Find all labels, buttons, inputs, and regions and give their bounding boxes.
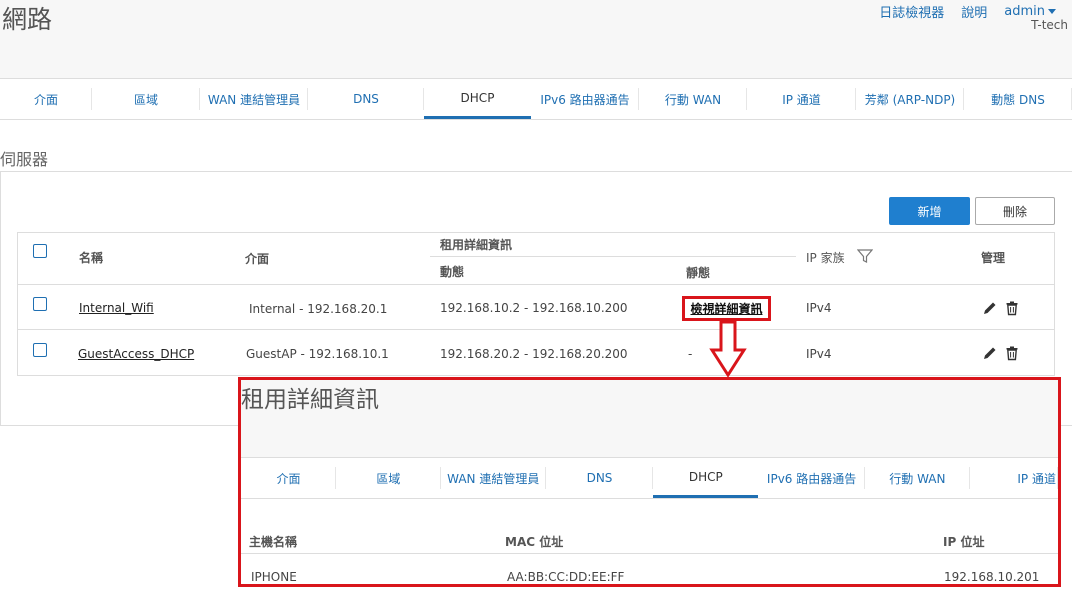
tab-dhcp[interactable]: DHCP (424, 79, 531, 119)
ip-family-cell: IPv4 (806, 301, 832, 315)
trash-icon[interactable] (1004, 345, 1020, 361)
delete-button[interactable]: 刪除 (975, 197, 1055, 225)
view-details-link[interactable]: 檢視詳細資訊 (682, 296, 771, 321)
column-header-mac: MAC 位址 (505, 535, 564, 549)
tab-interfaces[interactable]: 介面 (0, 79, 92, 119)
section-title: 伺服器 (0, 150, 49, 169)
column-header-static: 靜態 (686, 266, 711, 280)
company-name: T-tech (1031, 18, 1068, 32)
hostname-cell: IPHONE (251, 570, 297, 584)
tab-ip-tunnel[interactable]: IP 通道 (747, 79, 856, 119)
tab-neighbors[interactable]: 芳鄰 (ARP-NDP) (856, 79, 964, 119)
interface-cell: GuestAP - 192.168.10.1 (246, 347, 389, 361)
ip-family-label: IP 家族 (806, 251, 845, 265)
tab-ipv6-router-advertisement[interactable]: IPv6 路由器通告 (531, 79, 639, 119)
tab-ip-tunnel[interactable]: IP 通道 (970, 458, 1058, 498)
lease-details-header: 租用詳細資訊 (241, 380, 1058, 457)
tab-wan-link-manager[interactable]: WAN 連結管理員 (200, 79, 308, 119)
main-tabs: 介面 區域 WAN 連結管理員 DNS DHCP IPv6 路由器通告 行動 W… (0, 78, 1072, 120)
tab-interfaces[interactable]: 介面 (241, 458, 337, 498)
tab-ipv6-router-advertisement[interactable]: IPv6 路由器通告 (758, 458, 865, 498)
row-checkbox[interactable] (33, 297, 47, 311)
column-header-manage: 管理 (981, 251, 1006, 265)
interface-cell: Internal - 192.168.20.1 (249, 302, 388, 316)
ip-family-cell: IPv4 (806, 347, 832, 361)
edit-icon[interactable] (982, 345, 998, 361)
row-checkbox[interactable] (33, 343, 47, 357)
server-name-link[interactable]: GuestAccess_DHCP (78, 347, 194, 361)
lease-details-tabs: 介面 區域 WAN 連結管理員 DNS DHCP IPv6 路由器通告 行動 W… (241, 457, 1058, 499)
server-name-link[interactable]: Internal_Wifi (79, 301, 154, 315)
trash-icon[interactable] (1004, 300, 1020, 316)
tab-dns[interactable]: DNS (546, 458, 654, 498)
filter-icon[interactable] (857, 248, 873, 264)
tab-dhcp[interactable]: DHCP (653, 458, 759, 498)
row-divider (17, 329, 1055, 330)
lease-details-title: 租用詳細資訊 (241, 387, 379, 413)
lease-details-panel: 租用詳細資訊 介面 區域 WAN 連結管理員 DNS DHCP IPv6 路由器… (238, 377, 1061, 587)
dynamic-range-cell: 192.168.20.2 - 192.168.20.200 (440, 347, 628, 361)
ip-cell: 192.168.10.201 (944, 570, 1040, 584)
tab-wan-link-manager[interactable]: WAN 連結管理員 (441, 458, 546, 498)
column-header-dynamic: 動態 (440, 265, 465, 279)
tab-cellular-wan[interactable]: 行動 WAN (865, 458, 970, 498)
column-header-ip-family[interactable]: IP 家族 (806, 249, 845, 266)
add-button[interactable]: 新增 (889, 197, 970, 225)
row-divider (241, 553, 1058, 554)
static-cell: - (688, 347, 693, 361)
edit-icon[interactable] (982, 300, 998, 316)
page-header: 網路 日誌檢視器 說明 admin T-tech (0, 0, 1072, 78)
log-viewer-link[interactable]: 日誌檢視器 (879, 2, 944, 21)
select-all-checkbox[interactable] (33, 244, 47, 258)
header-divider (430, 256, 796, 257)
top-links: 日誌檢視器 說明 admin (879, 2, 1056, 21)
column-header-interface[interactable]: 介面 (245, 250, 269, 267)
chevron-down-icon (1048, 9, 1056, 14)
column-header-ip: IP 位址 (943, 535, 985, 549)
tab-cellular-wan[interactable]: 行動 WAN (639, 79, 747, 119)
row-divider (17, 284, 1055, 285)
help-link[interactable]: 說明 (961, 2, 987, 21)
tab-zones[interactable]: 區域 (92, 79, 200, 119)
tab-zones[interactable]: 區域 (336, 458, 441, 498)
admin-label: admin (1004, 4, 1045, 19)
dynamic-range-cell: 192.168.10.2 - 192.168.10.200 (440, 301, 628, 315)
column-header-hostname: 主機名稱 (249, 535, 298, 549)
column-header-name[interactable]: 名稱 (79, 249, 103, 266)
mac-cell: AA:BB:CC:DD:EE:FF (507, 570, 625, 584)
tab-dns[interactable]: DNS (308, 79, 424, 119)
page-title: 網路 (2, 5, 53, 34)
arrow-down-icon (709, 320, 747, 378)
column-header-lease-details: 租用詳細資訊 (440, 238, 513, 252)
tab-dynamic-dns[interactable]: 動態 DNS (964, 79, 1072, 119)
